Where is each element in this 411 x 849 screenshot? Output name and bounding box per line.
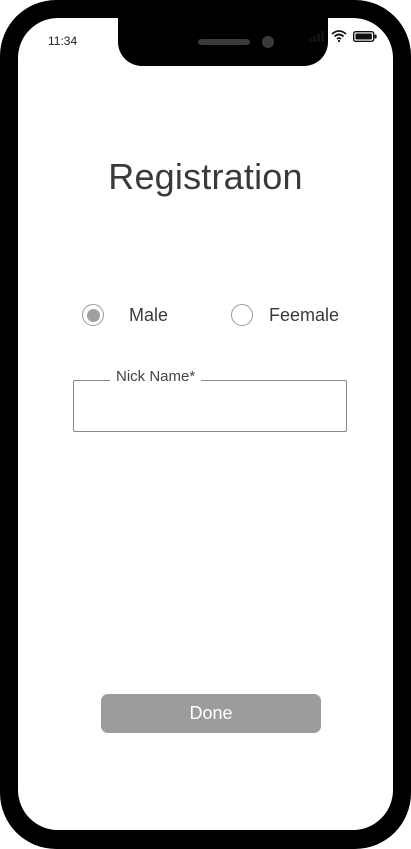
- speaker: [198, 39, 250, 45]
- front-camera: [262, 36, 274, 48]
- status-time: 11:34: [48, 34, 78, 48]
- nickname-input[interactable]: [84, 395, 338, 421]
- phone-frame: 11:34 Registration Male Feemale Nick Nam…: [0, 0, 411, 849]
- nickname-field[interactable]: Nick Name*: [73, 368, 347, 432]
- notch: [118, 18, 328, 66]
- page-title: Registration: [108, 156, 303, 197]
- radio-selected-dot: [86, 308, 100, 322]
- battery-icon: [353, 30, 377, 42]
- status-icons: [309, 30, 377, 42]
- signal-icon: [309, 30, 324, 42]
- radio-option-male[interactable]: Male: [82, 304, 168, 326]
- phone-screen: 11:34 Registration Male Feemale Nick Nam…: [18, 18, 393, 830]
- wifi-icon: [331, 30, 347, 42]
- radio-male-label[interactable]: Male: [129, 305, 168, 326]
- radio-female[interactable]: [231, 304, 253, 326]
- done-button[interactable]: Done: [101, 694, 321, 733]
- radio-option-female[interactable]: Feemale: [231, 304, 339, 326]
- radio-male[interactable]: [82, 304, 104, 326]
- nickname-label: Nick Name*: [110, 368, 202, 385]
- radio-female-label[interactable]: Feemale: [269, 305, 339, 326]
